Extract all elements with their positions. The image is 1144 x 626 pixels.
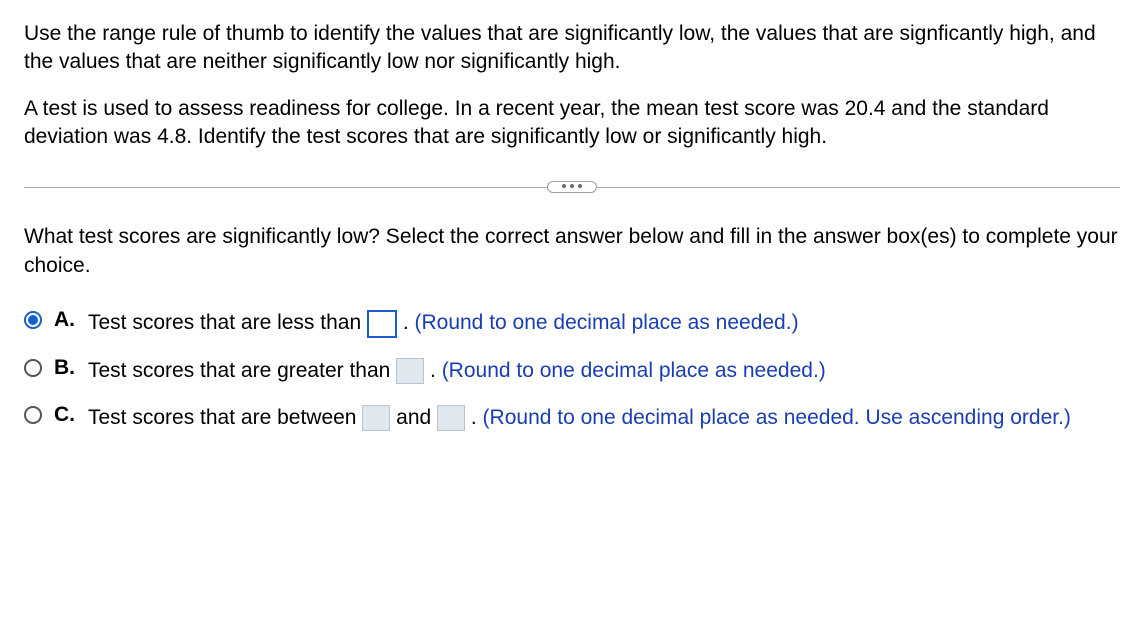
divider-line-left [24, 187, 548, 188]
option-b-hint: (Round to one decimal place as needed.) [442, 359, 826, 382]
dot-icon [570, 184, 574, 188]
option-c-text-before: Test scores that are between [88, 406, 362, 429]
option-c-and: and [396, 406, 437, 429]
instruction-text: Use the range rule of thumb to identify … [24, 20, 1120, 77]
option-b-row: B. Test scores that are greater than . (… [24, 356, 1120, 385]
radio-option-b[interactable] [24, 359, 42, 377]
option-c-hint: (Round to one decimal place as needed. U… [483, 406, 1071, 429]
dot-icon [562, 184, 566, 188]
option-c-input-1[interactable] [362, 405, 390, 431]
option-a-text-before: Test scores that are less than [88, 311, 367, 334]
option-c-label: C. [54, 403, 76, 427]
radio-option-c[interactable] [24, 406, 42, 424]
option-c-row: C. Test scores that are between and . (R… [24, 403, 1120, 432]
option-a-label: A. [54, 308, 76, 332]
option-a-input[interactable] [367, 310, 397, 338]
option-c-input-2[interactable] [437, 405, 465, 431]
option-a-body: Test scores that are less than . (Round … [88, 308, 799, 337]
option-a-text-after: . [403, 311, 415, 334]
option-b-text-after: . [430, 359, 442, 382]
expand-pill[interactable] [547, 181, 597, 193]
problem-text: A test is used to assess readiness for c… [24, 95, 1120, 152]
dot-icon [578, 184, 582, 188]
option-a-row: A. Test scores that are less than . (Rou… [24, 308, 1120, 337]
option-a-hint: (Round to one decimal place as needed.) [414, 311, 798, 334]
option-b-body: Test scores that are greater than . (Rou… [88, 356, 826, 385]
question-prompt: What test scores are significantly low? … [24, 223, 1120, 280]
divider-line-right [596, 187, 1120, 188]
radio-option-a[interactable] [24, 311, 42, 329]
option-c-body: Test scores that are between and . (Roun… [88, 403, 1071, 432]
section-divider [24, 181, 1120, 193]
option-c-text-after: . [471, 406, 483, 429]
option-b-label: B. [54, 356, 76, 380]
option-b-input[interactable] [396, 358, 424, 384]
option-b-text-before: Test scores that are greater than [88, 359, 396, 382]
